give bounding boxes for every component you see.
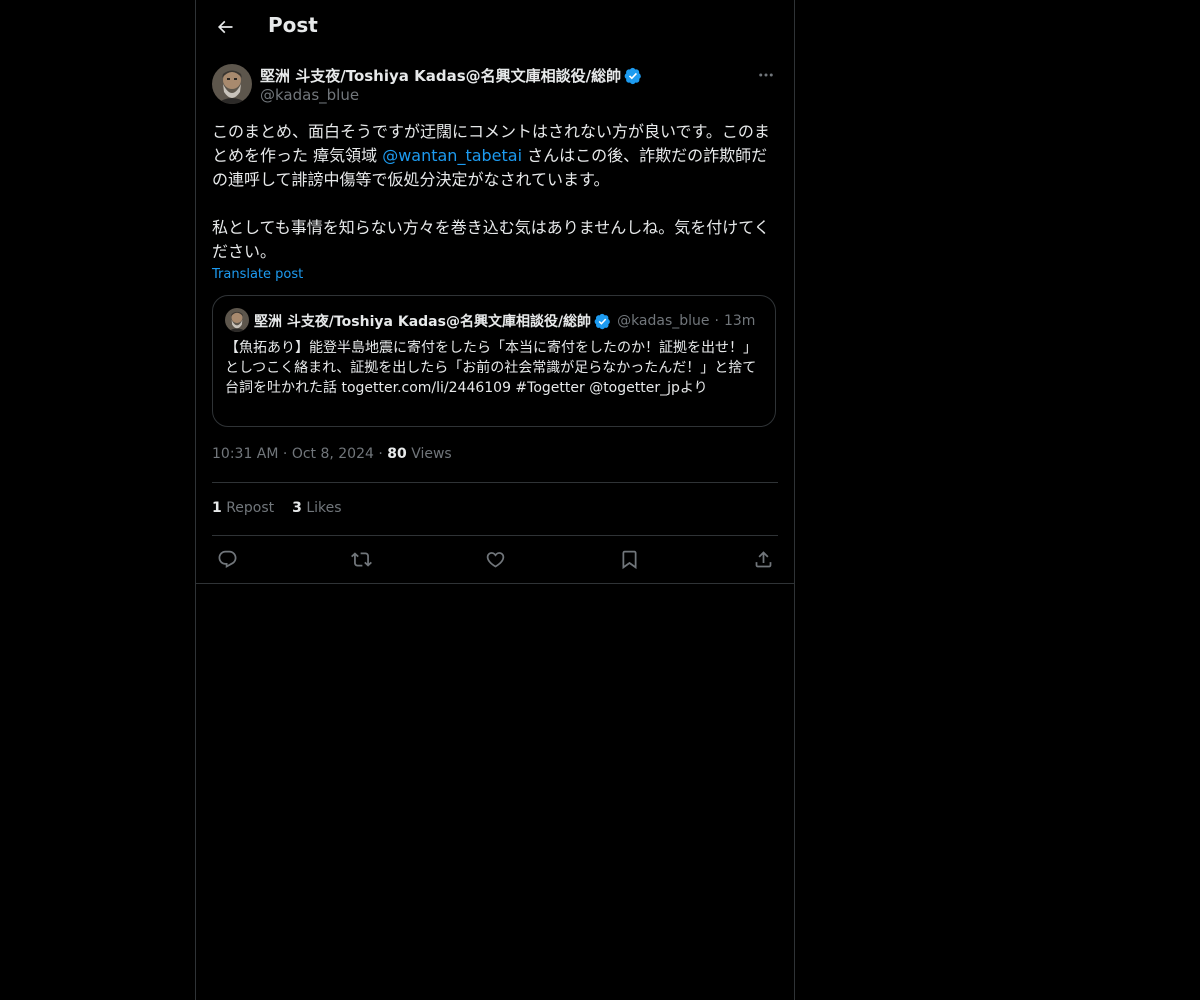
share-button[interactable] [751, 548, 775, 570]
verified-badge-icon [594, 313, 611, 330]
author-handle[interactable]: @kadas_blue [260, 86, 359, 104]
share-icon [755, 550, 771, 567]
repost-button[interactable] [349, 548, 373, 570]
back-button[interactable] [208, 10, 242, 44]
reply-button[interactable] [215, 548, 239, 570]
avatar[interactable] [212, 64, 252, 104]
quote-avatar [225, 308, 249, 332]
verified-badge-icon [624, 67, 642, 85]
quote-text: 【魚拓あり】能登半島地震に寄付をしたら「本当に寄付をしたのか！証拠を出せ！」とし… [225, 340, 757, 396]
post-paragraph-1: このまとめ、面白そうですが迂闊にコメントはされない方が良いです。このまとめを作っ… [212, 122, 770, 189]
like-icon [486, 551, 504, 568]
action-bar [212, 548, 778, 570]
engagement-stats: 1 Repost 3 Likes [212, 500, 342, 516]
post-paragraph-2: 私としても事情を知らない方々を巻き込む気はありませんしね。気を付けてください。 [212, 218, 770, 261]
bookmark-icon [622, 550, 636, 569]
like-button[interactable] [483, 548, 507, 570]
quote-handle: @kadas_blue [617, 313, 710, 329]
divider [196, 583, 794, 584]
repost-icon [350, 551, 372, 567]
post-time[interactable]: 10:31 AM [212, 446, 278, 462]
mention-link[interactable]: @wantan_tabetai [382, 146, 522, 165]
back-arrow-icon [217, 20, 233, 34]
main-column: Post 堅洲 斗支夜/Toshiya Kadas@名興文庫相談役/総帥 @ka… [195, 0, 795, 1000]
author-row: 堅洲 斗支夜/Toshiya Kadas@名興文庫相談役/総帥 [260, 65, 642, 86]
more-icon [759, 73, 773, 77]
quoted-post[interactable]: 堅洲 斗支夜/Toshiya Kadas@名興文庫相談役/総帥 @kadas_b… [212, 295, 776, 427]
bookmark-button[interactable] [617, 548, 641, 570]
quote-time: 13m [723, 313, 756, 329]
more-button[interactable] [754, 64, 778, 86]
page-title: Post [268, 13, 318, 37]
reposts-stat[interactable]: 1 Repost [212, 500, 274, 516]
post-body: このまとめ、面白そうですが迂闊にコメントはされない方が良いです。このまとめを作っ… [212, 120, 778, 264]
post-meta: 10:31 AM · Oct 8, 2024 · 80 Views [212, 446, 452, 462]
quote-header: 堅洲 斗支夜/Toshiya Kadas@名興文庫相談役/総帥 @kadas_b… [254, 313, 756, 330]
translate-post-link[interactable]: Translate post [212, 267, 303, 282]
header: Post [196, 0, 794, 54]
likes-stat[interactable]: 3 Likes [292, 500, 341, 516]
divider [212, 535, 778, 536]
author-name[interactable]: 堅洲 斗支夜/Toshiya Kadas@名興文庫相談役/総帥 [260, 65, 621, 86]
quote-author-name: 堅洲 斗支夜/Toshiya Kadas@名興文庫相談役/総帥 [254, 314, 592, 330]
views-label: Views [411, 446, 452, 462]
divider [212, 482, 778, 483]
views-count: 80 [387, 446, 407, 462]
reply-icon [218, 550, 236, 568]
post-date[interactable]: Oct 8, 2024 [292, 446, 374, 462]
